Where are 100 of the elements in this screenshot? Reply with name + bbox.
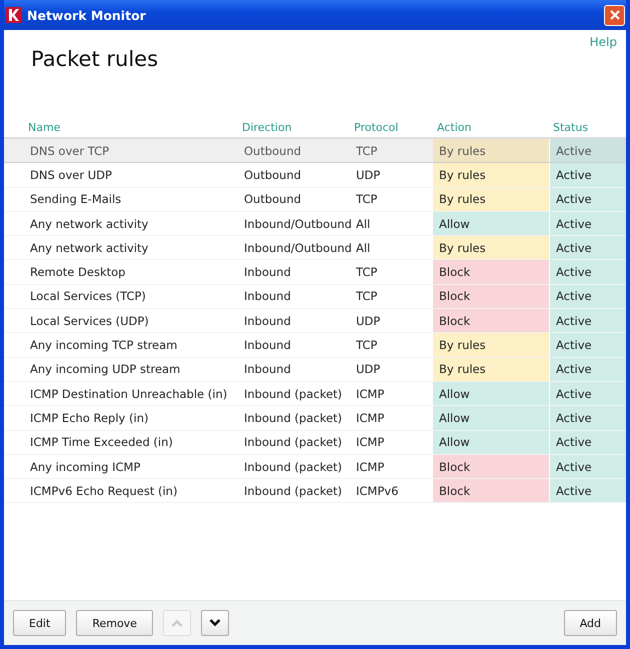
- move-down-button[interactable]: [200, 610, 229, 636]
- close-button[interactable]: [604, 4, 625, 26]
- table-row[interactable]: DNS over UDP Outbound UDP By rules Active: [4, 163, 626, 188]
- action-cell: Allow: [433, 382, 549, 406]
- action-cell: Block: [433, 284, 549, 308]
- table-cell-text: Outbound: [243, 191, 302, 208]
- action-cell: Block: [433, 309, 549, 332]
- action-cell: By rules: [433, 333, 549, 357]
- table-cell-text: Inbound: [243, 288, 292, 306]
- action-cell: Block: [433, 260, 549, 284]
- table-cell-text: UDP: [355, 166, 382, 184]
- table-cell-text: Inbound/Outbound: [243, 240, 350, 257]
- table-cell-text: TCP: [355, 142, 378, 160]
- table-cell-text: TCP: [355, 337, 378, 354]
- table-cell-text: Inbound (packet): [243, 482, 344, 500]
- table-row[interactable]: Remote Desktop Inbound TCP Block Active: [4, 260, 626, 285]
- action-cell: Allow: [433, 212, 549, 236]
- table-cell-text: ICMP Time Exceeded (in): [29, 434, 174, 452]
- table-row[interactable]: ICMP Time Exceeded (in) Inbound (packet) ICMP Allow Active: [4, 430, 626, 455]
- action-cell: Block: [433, 454, 549, 478]
- table-cell-text: Any incoming UDP stream: [29, 361, 182, 378]
- action-cell: By rules: [433, 236, 549, 260]
- table-cell-text: Local Services (TCP): [29, 288, 147, 306]
- status-cell: Active: [549, 309, 626, 332]
- table-row[interactable]: ICMP Echo Reply (in) Inbound (packet) ICMP Allow Active: [4, 406, 626, 431]
- table-cell-text: All: [355, 240, 372, 257]
- action-cell: By rules: [433, 163, 549, 187]
- status-cell: Active: [549, 333, 626, 357]
- table-cell-text: Local Services (UDP): [29, 312, 150, 330]
- table-cell-text: ICMPv6 Echo Request (in): [29, 482, 178, 500]
- window-title: Network Monitor: [27, 8, 147, 22]
- action-cell: Allow: [433, 430, 549, 454]
- status-cell: Active: [549, 212, 626, 236]
- table-row[interactable]: ICMPv6 Echo Request (in) Inbound (packet) ICMPv6 Block Active: [4, 479, 626, 504]
- status-cell: Active: [549, 454, 626, 478]
- table-cell-text: Inbound (packet): [243, 386, 344, 403]
- table-cell-text: Inbound: [243, 337, 292, 354]
- table-row[interactable]: Sending E-Mails Outbound TCP By rules Active: [4, 188, 626, 212]
- status-cell: Active: [549, 382, 626, 406]
- table-row[interactable]: ICMP Destination Unreachable (in) Inbound (packet) ICMP Allow Active: [4, 382, 626, 406]
- action-cell: By rules: [433, 358, 549, 381]
- table-cell-text: ICMP: [355, 410, 386, 427]
- status-cell: Active: [549, 284, 626, 308]
- table-cell-text: Inbound: [243, 312, 292, 330]
- table-cell-text: ICMP: [355, 458, 386, 476]
- table-row[interactable]: Any incoming UDP stream Inbound UDP By rules Active: [4, 358, 626, 382]
- table-cell-text: Any network activity: [29, 216, 150, 233]
- table-cell-text: TCP: [355, 191, 378, 208]
- action-cell: Block: [433, 479, 549, 502]
- table-cell-text: DNS over UDP: [29, 166, 113, 184]
- edit-button[interactable]: Edit: [13, 610, 66, 636]
- table-row[interactable]: Any incoming TCP stream Inbound TCP By rules Active: [4, 333, 626, 358]
- table-cell-text: Inbound (packet): [243, 410, 344, 427]
- close-icon: [608, 9, 620, 21]
- table-cell-text: TCP: [355, 264, 378, 282]
- action-cell: By rules: [433, 139, 549, 162]
- table-cell-text: All: [355, 216, 372, 233]
- table-cell-text: DNS over TCP: [29, 142, 110, 160]
- status-cell: Active: [549, 236, 626, 260]
- table-cell-text: Inbound (packet): [243, 458, 344, 476]
- table-cell-text: ICMP: [355, 434, 386, 452]
- table-cell-text: ICMP Destination Unreachable (in): [29, 386, 228, 403]
- status-cell: Active: [549, 406, 626, 430]
- table-row[interactable]: Local Services (UDP) Inbound UDP Block Active: [4, 309, 626, 334]
- table-row[interactable]: Any incoming ICMP Inbound (packet) ICMP Block Active: [4, 454, 626, 480]
- app-logo-icon: [6, 7, 22, 23]
- action-cell: By rules: [433, 188, 549, 211]
- table-cell-text: Any incoming TCP stream: [29, 337, 178, 354]
- status-cell: Active: [549, 358, 626, 381]
- page-heading: Packet rules: [31, 47, 158, 71]
- chevron-down-icon: [208, 619, 221, 627]
- table-cell-text: Inbound (packet): [243, 434, 344, 452]
- table-cell-text: UDP: [355, 312, 382, 330]
- table-cell-text: Any network activity: [29, 240, 150, 257]
- status-cell: Active: [549, 479, 626, 502]
- table-cell-text: Any incoming ICMP: [29, 458, 142, 476]
- chevron-up-icon: [170, 619, 183, 627]
- table-row[interactable]: Any network activity Inbound/Outbound All Allow Active: [4, 212, 626, 236]
- status-cell: Active: [549, 163, 626, 187]
- table-cell-text: Inbound: [243, 361, 292, 378]
- table-cell-text: Outbound: [243, 166, 302, 184]
- table-row[interactable]: DNS over TCP Outbound TCP By rules Active: [4, 139, 626, 164]
- table-row[interactable]: Any network activity Inbound/Outbound All By rules Active: [4, 236, 626, 260]
- status-cell: Active: [549, 188, 626, 211]
- table-cell-text: ICMP: [355, 386, 386, 403]
- table-cell-text: Inbound: [243, 264, 292, 282]
- add-button[interactable]: Add: [564, 610, 617, 636]
- table-cell-text: Sending E-Mails: [29, 191, 122, 208]
- action-cell: Allow: [433, 406, 549, 430]
- status-cell: Active: [549, 139, 626, 162]
- table-cell-text: ICMP Echo Reply (in): [29, 410, 150, 427]
- status-cell: Active: [549, 430, 626, 454]
- table-cell-text: Outbound: [243, 142, 302, 160]
- status-cell: Active: [549, 260, 626, 284]
- remove-button[interactable]: Remove: [76, 610, 153, 636]
- table-cell-text: Inbound/Outbound: [243, 216, 350, 233]
- table-row[interactable]: Local Services (TCP) Inbound TCP Block Active: [4, 284, 626, 310]
- table-cell-text: TCP: [355, 288, 378, 306]
- table-cell-text: Remote Desktop: [29, 264, 126, 282]
- table-cell-text: UDP: [355, 361, 382, 378]
